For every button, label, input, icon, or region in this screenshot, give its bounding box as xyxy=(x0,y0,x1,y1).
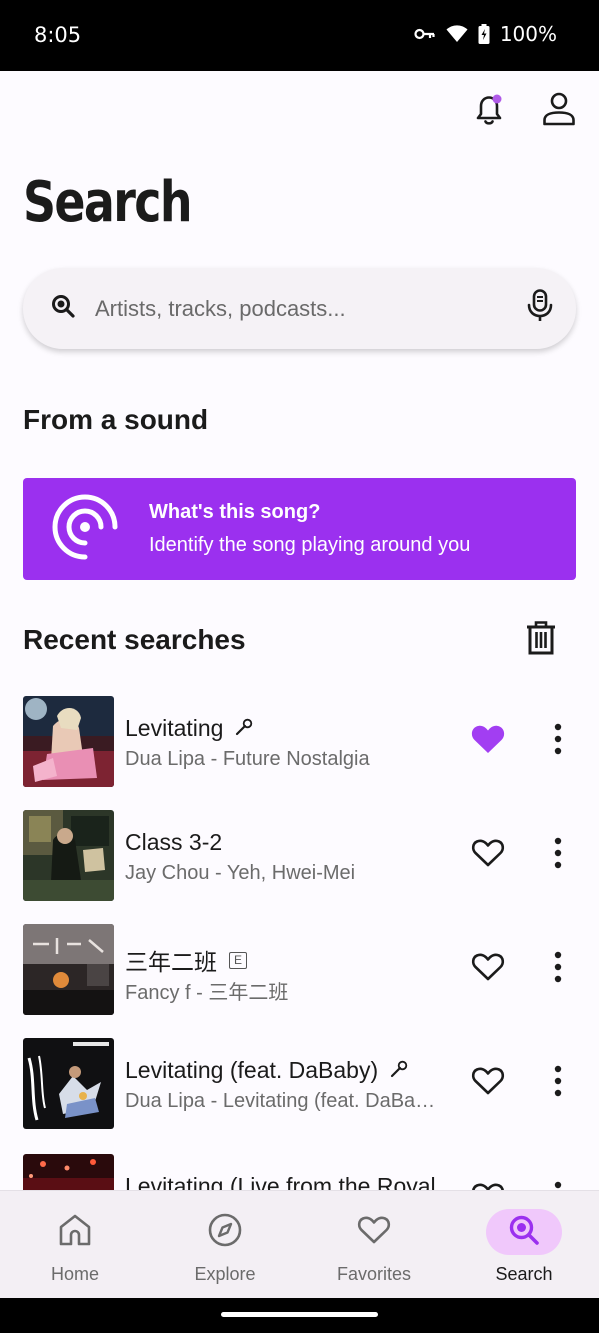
track-title-row: Class 3-2 xyxy=(125,829,222,856)
identify-song-card[interactable]: What's this song? Identify the song play… xyxy=(23,478,576,580)
nav-label-favorites: Favorites xyxy=(336,1264,412,1284)
more-vert-icon xyxy=(554,1065,562,1102)
track-title: Levitating (feat. DaBaby) xyxy=(125,1057,379,1083)
more-options-button[interactable] xyxy=(547,1065,569,1101)
favorite-button[interactable] xyxy=(468,723,508,759)
nav-home-pill xyxy=(37,1209,113,1255)
nav-search-pill xyxy=(486,1209,562,1255)
recent-track-row[interactable]: 三年二班 E Fancy f - 三年二班 xyxy=(23,924,576,1016)
track-subtitle: Dua Lipa - Levitating (feat. DaBab… xyxy=(125,1090,443,1112)
favorite-button[interactable] xyxy=(468,837,508,873)
recent-track-row[interactable]: Class 3-2 Jay Chou - Yeh, Hwei-Mei xyxy=(23,810,576,902)
more-options-button[interactable] xyxy=(547,723,569,759)
trash-icon xyxy=(526,620,556,660)
person-icon xyxy=(541,90,577,133)
clear-history-button[interactable] xyxy=(522,620,560,660)
identify-title: What's this song? xyxy=(149,501,321,523)
vpn-key-icon xyxy=(414,27,436,41)
nav-favorites-pill xyxy=(336,1209,412,1255)
status-bar: 8:05 100% xyxy=(0,0,599,71)
recent-track-row[interactable]: Levitating Dua Lipa - Future Nostalgia xyxy=(23,696,576,788)
wifi-icon xyxy=(446,25,468,43)
more-vert-icon xyxy=(554,837,562,874)
sound-recognition-icon xyxy=(51,493,119,566)
home-icon xyxy=(58,1213,92,1252)
gesture-navigation-bar xyxy=(0,1298,599,1333)
track-title-row: 三年二班 E xyxy=(125,943,247,977)
more-vert-icon xyxy=(554,723,562,760)
album-art xyxy=(23,1038,114,1129)
track-subtitle: Jay Chou - Yeh, Hwei-Mei xyxy=(125,862,356,884)
identify-subtitle: Identify the song playing around you xyxy=(149,534,471,556)
album-art xyxy=(23,924,114,1015)
bottom-navigation: Home Explore Favorites Search xyxy=(0,1190,599,1298)
heart-filled-icon xyxy=(471,724,505,759)
nav-search[interactable]: Search xyxy=(449,1191,599,1298)
favorite-button[interactable] xyxy=(468,951,508,987)
battery-charging-icon xyxy=(478,24,490,44)
track-title: Class 3-2 xyxy=(125,829,223,855)
gesture-handle[interactable] xyxy=(221,1312,378,1317)
status-time: 8:05 xyxy=(34,23,82,47)
bell-icon xyxy=(471,90,507,133)
track-title-row: Levitating xyxy=(125,715,253,742)
app-screen: Search From a sound What's this song? Id… xyxy=(0,71,599,1298)
track-title: 三年二班 xyxy=(125,949,217,975)
search-bar[interactable] xyxy=(23,268,576,349)
recent-searches-heading: Recent searches xyxy=(23,624,246,655)
from-sound-heading: From a sound xyxy=(23,404,209,435)
recent-track-row[interactable]: Levitating (feat. DaBaby) Dua Lipa - Lev… xyxy=(23,1038,576,1130)
heart-outline-icon xyxy=(471,952,505,987)
microphone-icon[interactable] xyxy=(526,289,554,328)
nav-explore-pill xyxy=(187,1209,263,1255)
nav-favorites[interactable]: Favorites xyxy=(299,1191,449,1298)
album-art xyxy=(23,810,114,901)
microphone-badge-icon xyxy=(235,715,253,742)
nav-home[interactable]: Home xyxy=(0,1191,150,1298)
track-title: Levitating xyxy=(125,715,224,741)
more-options-button[interactable] xyxy=(547,951,569,987)
more-vert-icon xyxy=(554,951,562,988)
heart-outline-icon xyxy=(471,838,505,873)
top-actions xyxy=(471,91,577,131)
favorite-button[interactable] xyxy=(468,1065,508,1101)
status-icons: 100% xyxy=(414,22,557,46)
battery-percent: 100% xyxy=(499,22,557,46)
notifications-button[interactable] xyxy=(471,91,507,131)
search-icon xyxy=(51,294,75,323)
nav-label-explore: Explore xyxy=(194,1264,256,1284)
nav-label-search: Search xyxy=(495,1264,553,1284)
microphone-badge-icon xyxy=(390,1057,408,1084)
compass-icon xyxy=(208,1213,242,1252)
heart-icon xyxy=(357,1215,391,1250)
search-icon xyxy=(508,1214,540,1251)
profile-button[interactable] xyxy=(541,91,577,131)
track-subtitle: Dua Lipa - Future Nostalgia xyxy=(125,748,370,770)
nav-explore[interactable]: Explore xyxy=(150,1191,300,1298)
album-art xyxy=(23,696,114,787)
more-options-button[interactable] xyxy=(547,837,569,873)
track-title-row: Levitating (feat. DaBaby) xyxy=(125,1057,408,1084)
nav-label-home: Home xyxy=(50,1264,99,1284)
heart-outline-icon xyxy=(471,1066,505,1101)
page-title: Search xyxy=(23,170,193,235)
identify-text: What's this song? Identify the song play… xyxy=(149,501,470,557)
track-subtitle: Fancy f - 三年二班 xyxy=(125,982,289,1004)
explicit-badge: E xyxy=(229,951,247,969)
search-input[interactable] xyxy=(95,295,526,322)
